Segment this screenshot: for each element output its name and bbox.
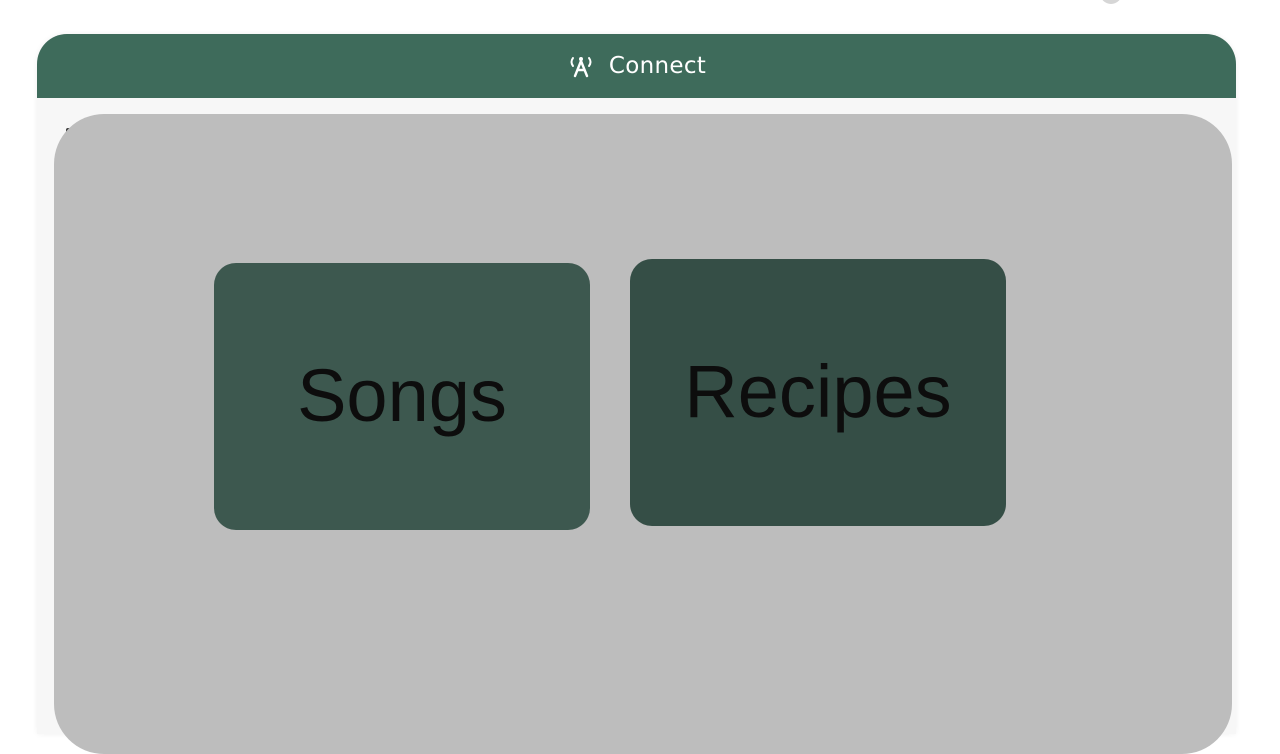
connect-header[interactable]: Connect bbox=[37, 34, 1236, 98]
songs-label: Songs bbox=[297, 354, 507, 437]
header-title: Connect bbox=[608, 53, 707, 79]
broadcast-tower-icon bbox=[567, 52, 595, 80]
chooser-overlay: Songs Recipes bbox=[54, 114, 1232, 754]
songs-button[interactable]: Songs bbox=[214, 263, 590, 530]
corner-indicator bbox=[1100, 0, 1122, 4]
recipes-label: Recipes bbox=[684, 350, 952, 433]
recipes-button[interactable]: Recipes bbox=[630, 259, 1006, 526]
